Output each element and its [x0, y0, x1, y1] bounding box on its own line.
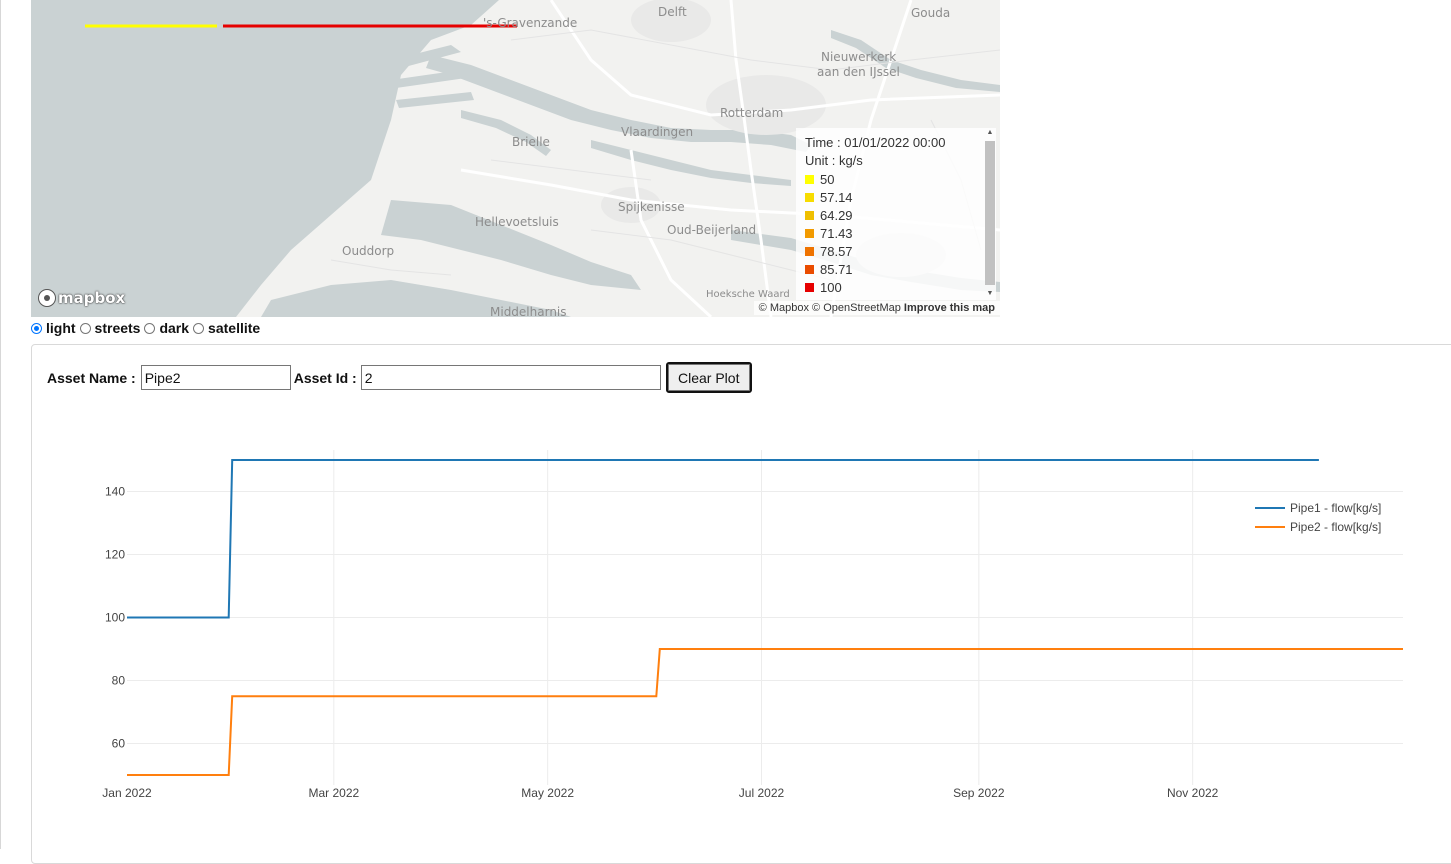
legend-value: 85.71 [820, 261, 853, 277]
legend-entries: 50 57.14 64.29 71.43 78.57 85.71 100 [805, 170, 996, 296]
scroll-up-arrow-icon[interactable]: ▲ [985, 129, 995, 137]
attribution-osm-link[interactable]: © OpenStreetMap [812, 302, 901, 314]
series-line-1[interactable] [127, 459, 1319, 619]
map-style-radio-light[interactable] [31, 322, 42, 334]
map-style-radio-satellite[interactable] [193, 322, 205, 334]
x-tick-label: Jul 2022 [739, 786, 785, 800]
y-tick-label: 100 [105, 611, 125, 625]
map-label-middelharnis: Middelharnis [490, 305, 567, 317]
legend-entry: 85.71 [805, 260, 996, 278]
map-label-vlaardingen: Vlaardingen [621, 125, 694, 139]
map-style-label: satellite [208, 320, 261, 336]
map-style-selector: light streets dark satellite [31, 320, 264, 336]
map-style-option-satellite[interactable]: satellite [193, 320, 260, 336]
improve-map-link[interactable]: Improve this map [904, 302, 995, 314]
legend-entry: 57.14 [805, 188, 996, 206]
map-label-hoeksche-waard: Hoeksche Waard [706, 289, 790, 300]
mapbox-logo[interactable]: mapbox [38, 289, 125, 307]
legend-swatch [805, 174, 814, 184]
asset-name-input[interactable] [140, 365, 291, 390]
legend-swatch [805, 282, 814, 292]
map-style-option-streets[interactable]: streets [79, 320, 141, 336]
map-view[interactable]: Delft Gouda 's-Gravenzande Nieuwerkerk a… [31, 0, 1000, 317]
flow-chart[interactable]: 60 80 100 120 140 Jan 2022 Mar 2022 May 2022 Jul… [31, 400, 1431, 840]
legend-value: 50 [820, 171, 835, 187]
legend-value: 78.57 [820, 243, 853, 259]
legend-scrollbar[interactable]: ▲ ▼ [982, 128, 996, 300]
map-label-gouda: Gouda [911, 6, 951, 20]
mapbox-logo-text: mapbox [58, 289, 126, 307]
attribution-mapbox-link[interactable]: © Mapbox [759, 302, 809, 314]
legend-unit: Unit : kg/s [805, 153, 863, 168]
map-style-label: dark [159, 320, 190, 336]
legend-swatch [805, 264, 814, 274]
legend-entry: 78.57 [805, 242, 996, 260]
map-style-label: streets [94, 320, 141, 336]
asset-id-input[interactable] [360, 365, 661, 390]
legend-swatch [805, 210, 814, 220]
asset-name-label: Asset Name : [47, 369, 136, 386]
map-style-radio-dark[interactable] [144, 322, 156, 334]
chart-legend-label[interactable]: Pipe2 - flow[kg/s] [1290, 520, 1381, 534]
y-tick-label: 120 [105, 548, 125, 562]
page-left-border [0, 0, 1, 849]
legend-swatch [805, 228, 814, 238]
mapbox-logo-icon [38, 289, 56, 307]
x-tick-label: Jan 2022 [102, 786, 152, 800]
map-label-brielle: Brielle [512, 135, 550, 149]
map-attribution: © Mapbox © OpenStreetMap Improve this ma… [753, 301, 1000, 315]
legend-time: Time : 01/01/2022 00:00 [805, 135, 946, 150]
y-tick-label: 60 [112, 737, 126, 751]
legend-entry: 100 [805, 278, 996, 296]
y-tick-label: 80 [112, 674, 126, 688]
asset-form: Asset Name : Asset Id : Clear Plot [47, 362, 752, 393]
legend-value: 57.14 [820, 189, 853, 205]
scrollbar-thumb[interactable] [985, 141, 995, 285]
map-label-delft: Delft [658, 5, 687, 19]
map-label-rotterdam: Rotterdam [720, 106, 784, 120]
legend-swatch [805, 246, 814, 256]
map-label-nieuwerkerk: Nieuwerkerk [821, 50, 897, 64]
map-legend[interactable]: Time : 01/01/2022 00:00 Unit : kg/s 50 57… [796, 128, 996, 300]
asset-id-label: Asset Id : [293, 369, 357, 386]
legend-entry: 64.29 [805, 206, 996, 224]
map-style-label: light [46, 320, 76, 336]
map-label-spijkenisse: Spijkenisse [618, 200, 685, 214]
map-label-hellevoetsluis: Hellevoetsluis [475, 215, 559, 229]
scroll-down-arrow-icon[interactable]: ▼ [985, 290, 995, 298]
legend-entry: 71.43 [805, 224, 996, 242]
legend-value: 100 [820, 279, 842, 295]
map-style-radio-streets[interactable] [79, 322, 91, 334]
map-label-ouddorp: Ouddorp [342, 244, 395, 258]
legend-value: 64.29 [820, 207, 853, 223]
clear-plot-button[interactable]: Clear Plot [665, 362, 752, 393]
x-tick-label: May 2022 [521, 786, 574, 800]
x-tick-label: Nov 2022 [1167, 786, 1219, 800]
map-style-option-dark[interactable]: dark [144, 320, 189, 336]
y-tick-label: 140 [105, 485, 125, 499]
x-tick-label: Sep 2022 [953, 786, 1005, 800]
legend-swatch [805, 192, 814, 202]
map-label-oud-beijerland: Oud-Beijerland [667, 223, 757, 237]
map-label-aan-den-ijssel: aan den IJssel [817, 65, 900, 79]
chart-legend-label[interactable]: Pipe1 - flow[kg/s] [1290, 501, 1381, 515]
map-style-option-light[interactable]: light [31, 320, 76, 336]
x-tick-label: Mar 2022 [308, 786, 359, 800]
legend-value: 71.43 [820, 225, 853, 241]
series-line-2[interactable] [127, 648, 1403, 776]
map-label-s-gravenzande: 's-Gravenzande [483, 16, 578, 30]
legend-entry: 50 [805, 170, 996, 188]
